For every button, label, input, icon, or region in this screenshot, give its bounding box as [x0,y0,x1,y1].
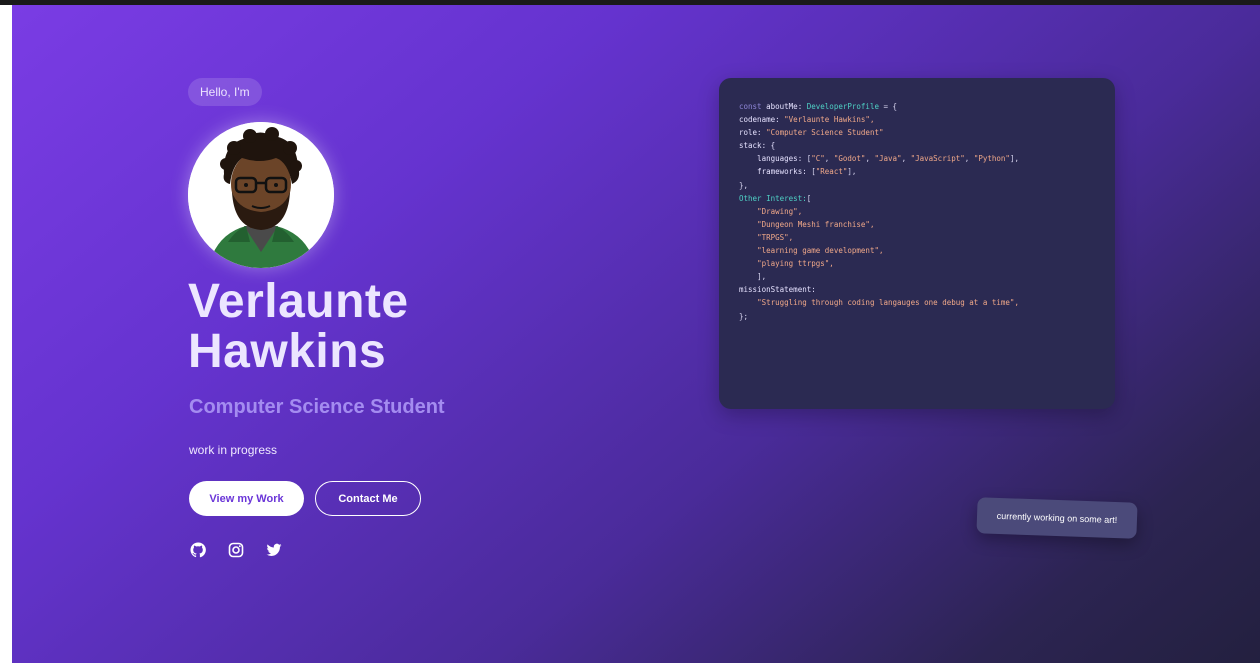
code-string: "learning game development", [757,246,884,256]
code-key: missionStatement: [739,285,816,295]
code-string: "JavaScript" [910,154,965,164]
twitter-link[interactable] [266,542,282,558]
code-punct: }; [739,311,749,321]
code-string: "Dungeon Meshi franchise", [757,219,875,229]
greeting-pill: Hello, I'm [188,78,262,106]
code-string: "Computer Science Student" [766,128,884,138]
code-key: role: [739,128,762,138]
view-my-work-button[interactable]: View my Work [189,481,304,516]
github-icon [190,542,206,558]
code-key: stack: { [739,141,776,151]
code-punct: ], [1009,154,1019,164]
code-string: "Verlaunte Hawkins", [784,115,875,125]
avatar-illustration [188,122,334,268]
code-punct: ], [847,167,857,177]
contact-me-button[interactable]: Contact Me [315,481,421,516]
code-string: "playing ttrpgs", [757,259,834,269]
code-string: "TRPGS", [757,232,794,242]
code-string: "C" [811,154,825,164]
page-title: Verlaunte Hawkins [188,277,409,377]
code-punct: [ [806,193,812,203]
code-key: Other Interest: [739,193,807,203]
twitter-icon [266,543,282,556]
code-punct: ], [757,272,767,282]
code-key: languages: [757,154,803,164]
name-last: Hawkins [188,325,387,378]
status-toast: currently working on some art! [976,497,1138,539]
code-keyword: const [739,102,762,111]
hero-section: Hello, I'm Verlaunte Hawkins Computer Sc… [12,5,1260,663]
code-key: frameworks: [757,167,807,177]
code-string: "Drawing", [757,206,803,216]
code-string: "Godot" [833,154,866,164]
code-punct: }, [739,180,749,190]
code-key: codename: [739,115,780,125]
code-punct: = { [883,102,898,111]
code-string: "React" [815,167,848,177]
code-string: "Struggling through coding langauges one… [757,298,1019,308]
code-snippet: const aboutMe: DeveloperProfile = { code… [739,102,1019,321]
github-link[interactable] [190,542,206,558]
social-links [190,542,282,558]
code-snippet-card: const aboutMe: DeveloperProfile = { code… [719,78,1115,409]
tagline: work in progress [189,443,278,457]
code-string: "Java" [874,154,902,164]
instagram-link[interactable] [228,542,244,558]
code-type: DeveloperProfile [806,102,879,111]
avatar [188,122,334,268]
code-string: "Python" [973,154,1010,164]
name-first: Verlaunte [188,275,409,328]
role-subtitle: Computer Science Student [189,396,445,418]
instagram-icon [228,542,244,558]
code-variable: aboutMe: [766,102,803,111]
